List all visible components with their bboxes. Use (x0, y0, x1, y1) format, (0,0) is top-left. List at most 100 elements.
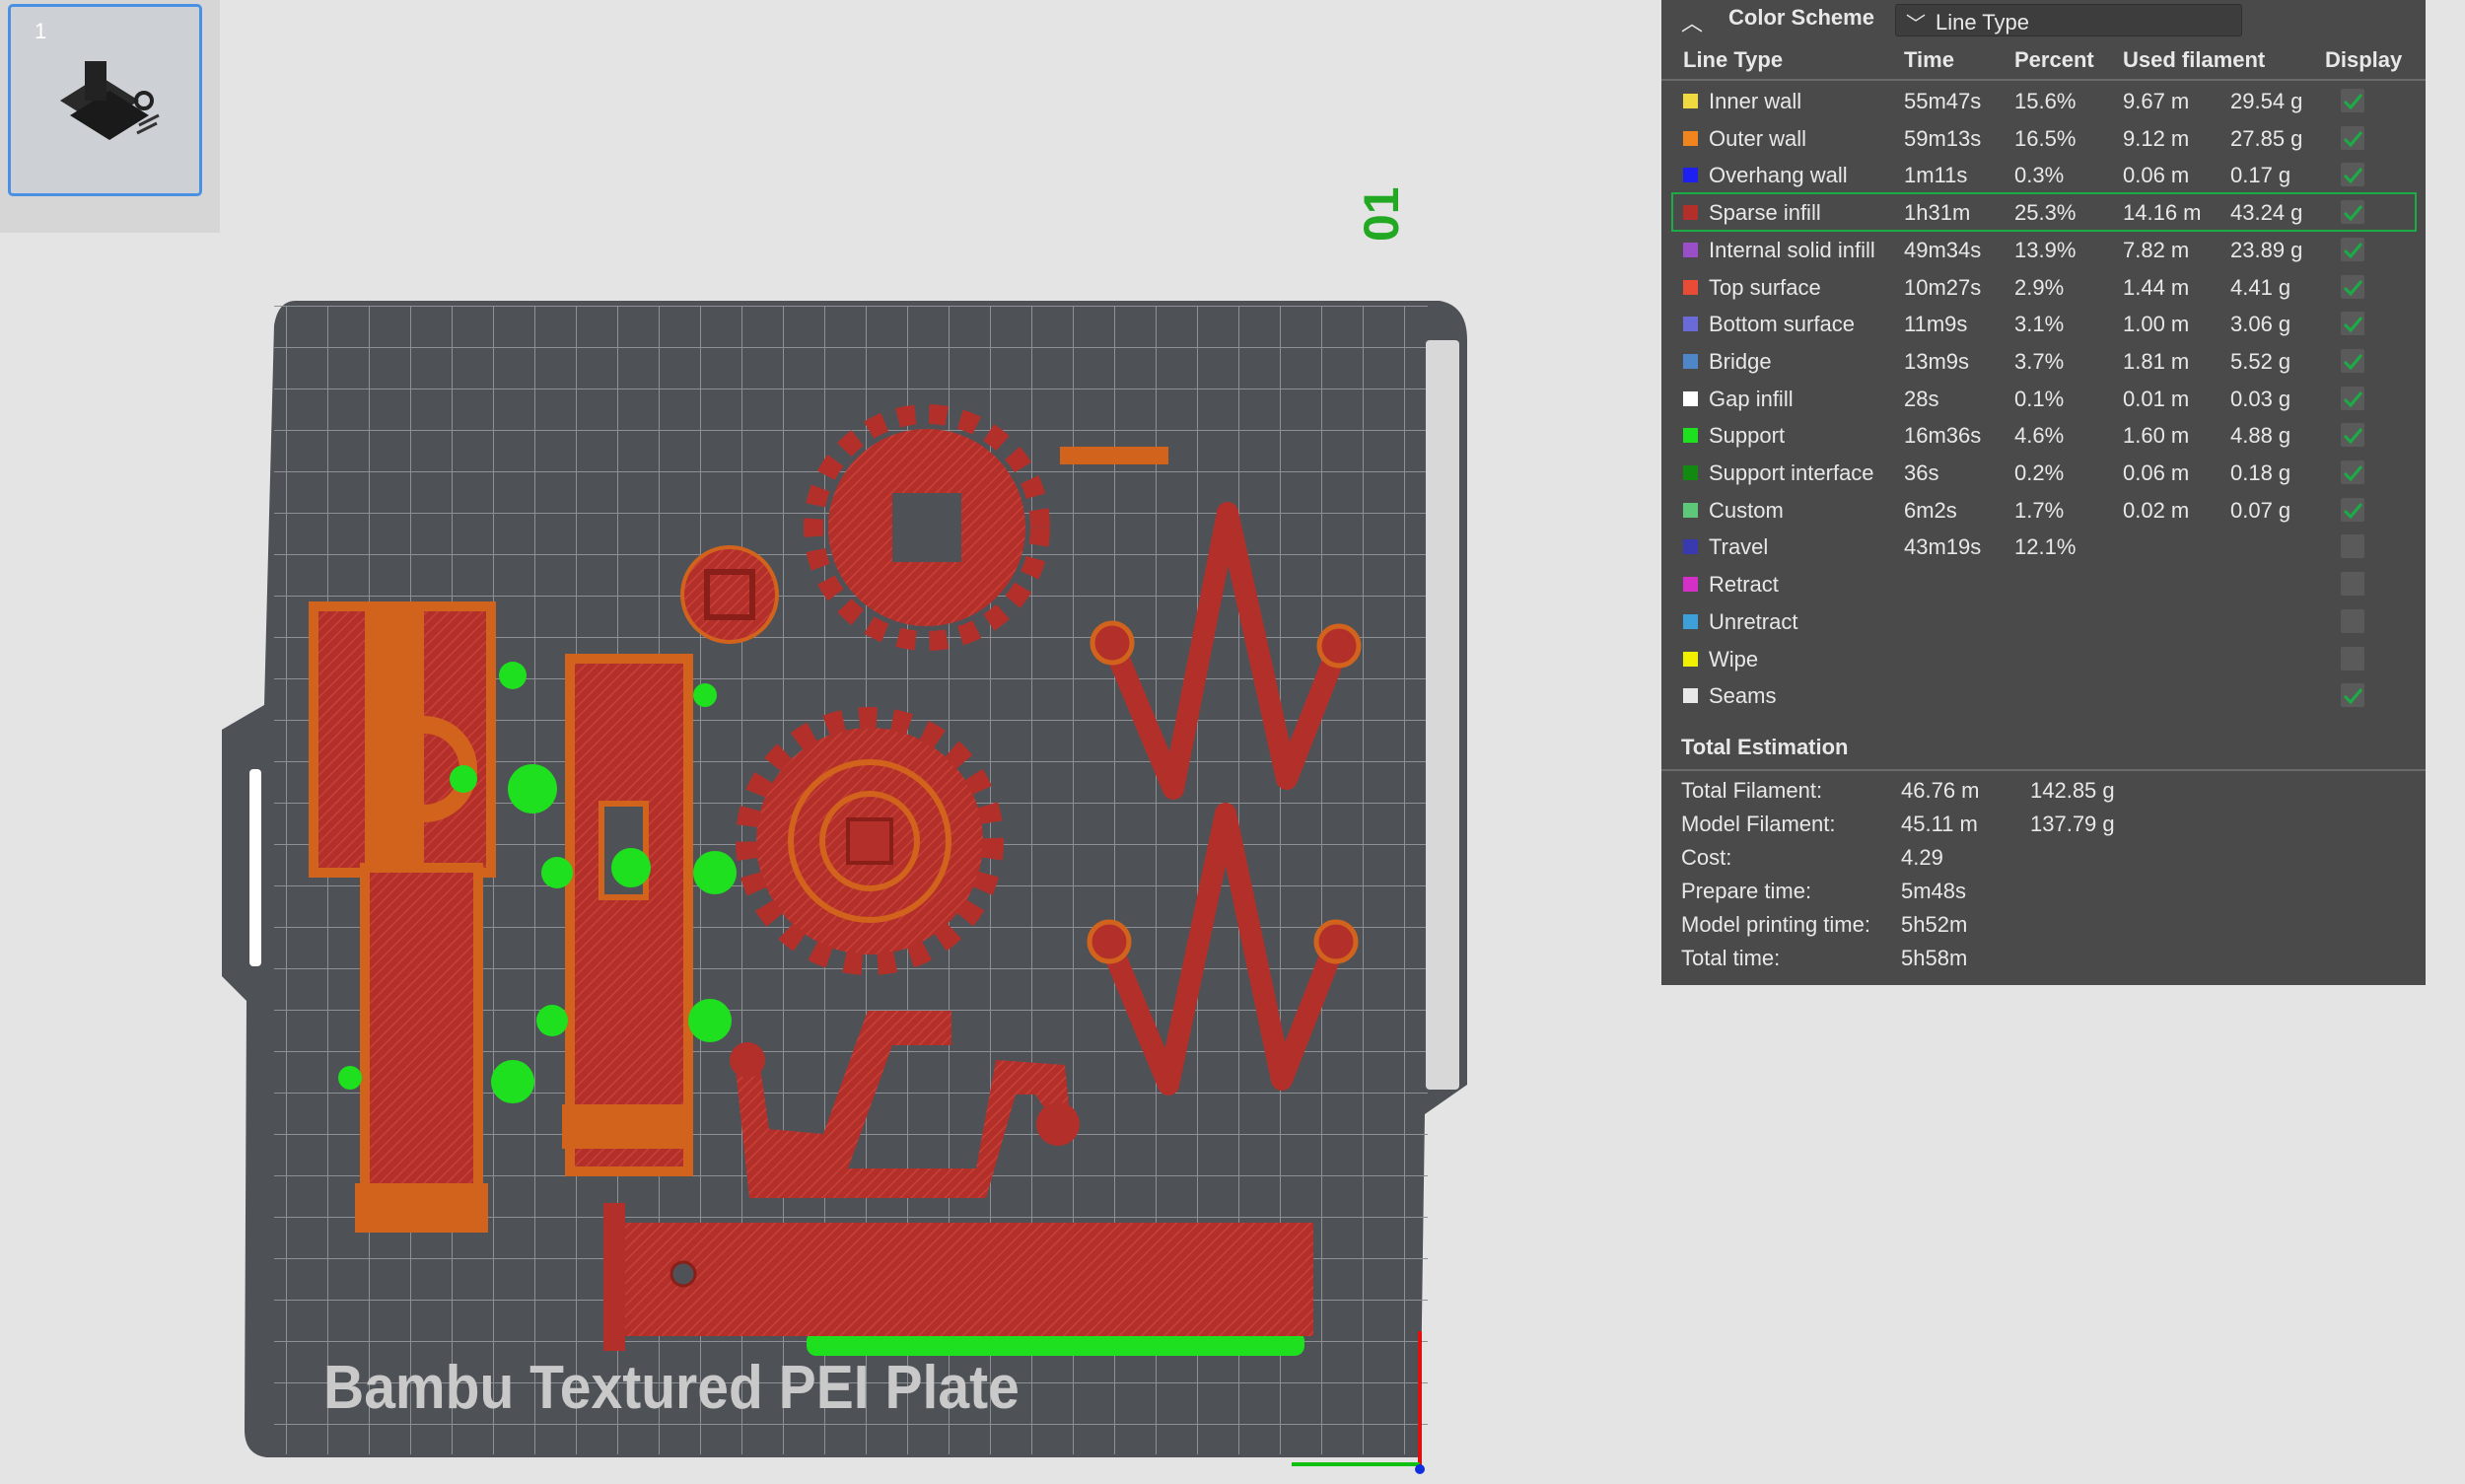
line-type-weight: 5.52 g (2230, 348, 2291, 374)
line-type-row[interactable]: Sparse infill 1h31m 25.3% 14.16 m 43.24 g (1671, 192, 2417, 233)
estimation-value: 45.11 m (1901, 812, 1978, 836)
line-type-row[interactable]: Top surface 10m27s 2.9% 1.44 m 4.41 g (1673, 269, 2415, 305)
display-checkbox[interactable] (2341, 125, 2364, 150)
line-type-percent: 4.6% (2014, 423, 2065, 449)
line-type-name: Bridge (1709, 348, 1772, 374)
checkmark-icon (2343, 428, 2363, 445)
line-type-percent: 0.3% (2014, 163, 2065, 188)
dropdown-value: Line Type (1936, 10, 2030, 35)
col-header-used-filament: Used filament (2123, 47, 2266, 72)
plate-number[interactable]: 01 (1353, 186, 1410, 242)
display-checkbox[interactable] (2341, 312, 2364, 336)
line-type-row[interactable]: Seams (1673, 677, 2415, 713)
color-swatch (1683, 465, 1698, 480)
line-type-name: Seams (1709, 683, 1777, 709)
line-type-name: Top surface (1709, 274, 1821, 300)
estimation-row: Prepare time: 5m48s (1681, 879, 2411, 910)
estimation-value: 5h58m (1901, 946, 1968, 970)
line-type-row[interactable]: Inner wall 55m47s 15.6% 9.67 m 29.54 g (1673, 83, 2415, 118)
plate-thumbnail[interactable]: 1 (8, 4, 202, 196)
color-scheme-panel: ︿ Color Scheme ﹀ Line Type Line Type Tim… (1661, 0, 2426, 985)
line-type-weight: 29.54 g (2230, 89, 2303, 113)
color-swatch (1683, 94, 1698, 108)
display-checkbox[interactable] (2341, 89, 2364, 112)
line-type-dropdown[interactable]: ﹀ Line Type (1895, 4, 2242, 36)
estimation-row: Model printing time: 5h52m (1681, 912, 2411, 944)
estimation-label: Model Filament: (1681, 812, 1836, 836)
display-checkbox[interactable] (2341, 460, 2364, 484)
line-type-length: 9.12 m (2123, 125, 2190, 151)
line-type-weight: 27.85 g (2230, 125, 2303, 151)
display-checkbox[interactable] (2341, 572, 2364, 597)
line-type-time: 1m11s (1904, 163, 1968, 188)
display-checkbox[interactable] (2341, 423, 2364, 448)
checkmark-icon (2343, 168, 2363, 184)
line-type-weight: 4.88 g (2230, 423, 2291, 449)
line-type-length: 0.01 m (2123, 386, 2190, 411)
line-type-percent: 0.1% (2014, 386, 2065, 411)
line-type-name: Wipe (1709, 646, 1759, 671)
panel-header: ︿ Color Scheme ﹀ Line Type (1661, 0, 2426, 39)
color-swatch (1683, 130, 1698, 146)
line-type-row[interactable]: Gap infill 28s 0.1% 0.01 m 0.03 g (1673, 381, 2415, 416)
line-type-weight: 0.03 g (2230, 386, 2291, 411)
display-checkbox[interactable] (2341, 237, 2364, 261)
display-checkbox[interactable] (2341, 534, 2364, 559)
checkmark-icon (2343, 130, 2363, 147)
color-swatch (1683, 390, 1698, 406)
display-checkbox[interactable] (2341, 683, 2364, 708)
display-checkbox[interactable] (2341, 274, 2364, 299)
display-checkbox[interactable] (2341, 646, 2364, 671)
line-type-time: 6m2s (1904, 497, 1957, 523)
line-type-row[interactable]: Wipe (1673, 641, 2415, 676)
display-checkbox[interactable] (2341, 348, 2364, 373)
line-type-row[interactable]: Unretract (1673, 603, 2415, 639)
line-type-row[interactable]: Bottom surface 11m9s 3.1% 1.00 m 3.06 g (1673, 306, 2415, 341)
line-type-time: 28s (1904, 386, 1939, 411)
display-checkbox[interactable] (2341, 386, 2364, 410)
display-checkbox[interactable] (2341, 163, 2364, 187)
line-type-time: 11m9s (1904, 312, 1968, 337)
line-type-name: Travel (1709, 534, 1769, 560)
line-type-row[interactable]: Internal solid infill 49m34s 13.9% 7.82 m 23… (1673, 232, 2415, 267)
chevron-up-icon[interactable]: ︿ (1681, 6, 1703, 37)
line-type-row[interactable]: Support interface 36s 0.2% 0.06 m 0.18 g (1673, 455, 2415, 490)
color-swatch (1683, 539, 1698, 555)
line-type-weight: 43.24 g (2230, 200, 2303, 226)
line-type-row[interactable]: Bridge 13m9s 3.7% 1.81 m 5.52 g (1673, 343, 2415, 379)
line-type-row[interactable]: Support 16m36s 4.6% 1.60 m 4.88 g (1673, 417, 2415, 453)
line-type-percent: 15.6% (2014, 89, 2077, 113)
estimation-value: 46.76 m (1901, 778, 1980, 803)
line-type-time: 16m36s (1904, 423, 1982, 449)
color-swatch (1683, 613, 1698, 629)
line-type-row[interactable]: Outer wall 59m13s 16.5% 9.12 m 27.85 g (1673, 120, 2415, 156)
line-type-percent: 12.1% (2014, 534, 2077, 560)
estimation-row: Total time: 5h58m (1681, 946, 2411, 977)
estimation-label: Cost: (1681, 845, 1732, 870)
line-type-time: 43m19s (1904, 534, 1982, 560)
part-arm-middle (565, 654, 693, 1176)
display-checkbox[interactable] (2341, 608, 2364, 633)
line-type-name: Overhang wall (1709, 163, 1848, 188)
part-arm-left (360, 863, 483, 1223)
line-type-name: Sparse infill (1709, 200, 1821, 226)
line-type-percent: 0.2% (2014, 460, 2065, 485)
color-swatch (1683, 353, 1698, 369)
checkmark-icon (2343, 353, 2363, 371)
display-checkbox[interactable] (2341, 497, 2364, 522)
col-header-line-type: Line Type (1683, 47, 1784, 72)
line-type-percent: 3.7% (2014, 348, 2065, 374)
checkmark-icon (2343, 688, 2363, 705)
line-type-row[interactable]: Overhang wall 1m11s 0.3% 0.06 m 0.17 g (1673, 157, 2415, 192)
line-type-time: 13m9s (1904, 348, 1970, 374)
line-type-time: 1h31m (1904, 200, 1971, 226)
estimation-row: Total Filament: 46.76 m 142.85 g (1681, 778, 2411, 810)
estimation-row: Cost: 4.29 (1681, 845, 2411, 877)
line-type-weight: 0.07 g (2230, 497, 2291, 523)
display-checkbox[interactable] (2341, 200, 2364, 225)
line-type-row[interactable]: Custom 6m2s 1.7% 0.02 m 0.07 g (1673, 492, 2415, 528)
line-type-row[interactable]: Retract (1673, 566, 2415, 601)
panel-title: Color Scheme (1728, 5, 1874, 30)
line-type-weight: 0.18 g (2230, 460, 2291, 485)
line-type-row[interactable]: Travel 43m19s 12.1% (1673, 529, 2415, 564)
